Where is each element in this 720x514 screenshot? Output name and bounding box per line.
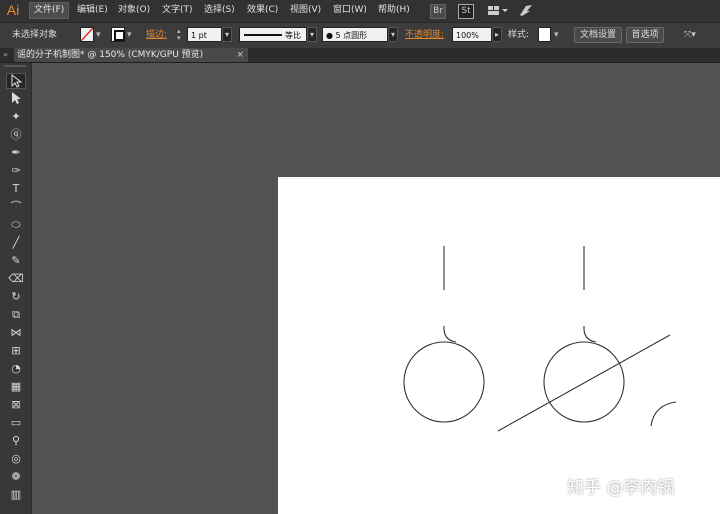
left-hook-curve[interactable] xyxy=(443,325,457,343)
diagonal-line[interactable] xyxy=(497,334,671,432)
right-circle[interactable] xyxy=(543,341,625,423)
small-arc[interactable] xyxy=(650,401,677,427)
artwork-layer xyxy=(403,246,677,432)
watermark: 知乎 @李肉锅 xyxy=(567,478,675,498)
right-hook-curve[interactable] xyxy=(583,325,597,343)
left-circle[interactable] xyxy=(403,341,485,423)
